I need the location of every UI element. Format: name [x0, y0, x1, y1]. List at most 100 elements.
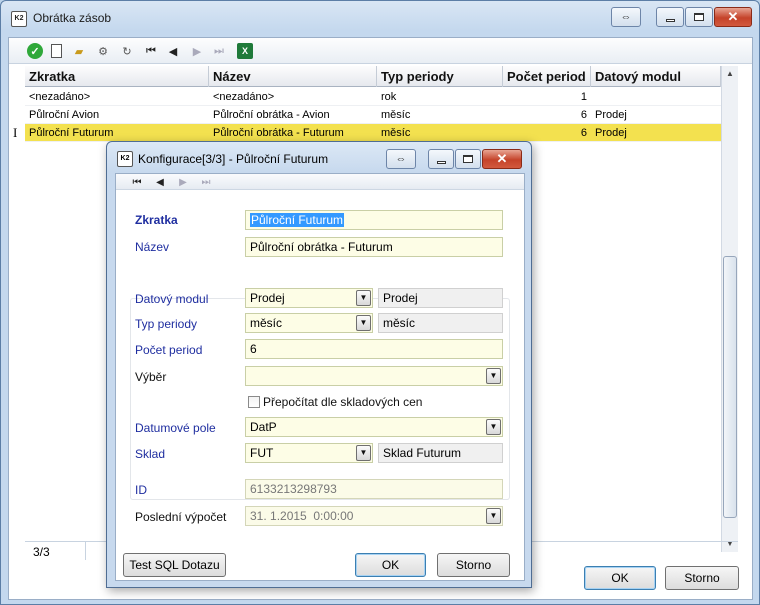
- typ-periody-combo[interactable]: měsíc ▼: [245, 313, 373, 333]
- chevron-down-icon[interactable]: ▼: [486, 508, 501, 524]
- open-folder-icon[interactable]: ▰: [71, 43, 87, 59]
- sklad-display: Sklad Futurum: [378, 443, 503, 463]
- datumove-pole-value: DatP: [250, 420, 277, 434]
- next-record-icon[interactable]: ▶: [176, 175, 190, 189]
- app-icon: K2: [11, 11, 27, 27]
- settings-icon[interactable]: ⚙: [95, 43, 111, 59]
- configuration-dialog: K2 Konfigurace[3/3] - Půlroční Futurum ⇔…: [106, 141, 532, 588]
- close-icon: ✕: [727, 9, 739, 24]
- refresh-icon[interactable]: ↻: [119, 43, 135, 59]
- cell-nazev: Půlroční obrátka - Futurum: [213, 127, 344, 139]
- chevron-down-icon[interactable]: ▼: [356, 315, 371, 331]
- zkratka-field[interactable]: Půlroční Futurum: [245, 210, 503, 230]
- dialog-restore-arrows-button[interactable]: ⇔: [386, 149, 416, 169]
- column-header-zkratka[interactable]: Zkratka: [25, 66, 209, 87]
- chevron-down-icon[interactable]: ▼: [486, 368, 501, 384]
- minimize-button[interactable]: [656, 7, 684, 27]
- dialog-ok-button[interactable]: OK: [355, 553, 426, 577]
- restore-arrows-button[interactable]: ⇔: [611, 7, 641, 27]
- column-header-datovy-modul[interactable]: Datový modul: [591, 66, 721, 87]
- cell-nazev: <nezadáno>: [213, 91, 275, 103]
- sklad-label: Sklad: [135, 447, 166, 461]
- last-record-icon[interactable]: ⏭: [211, 43, 227, 59]
- datumove-pole-label: Datumové pole: [135, 421, 216, 435]
- chevron-down-icon[interactable]: ▼: [356, 290, 371, 306]
- excel-export-icon[interactable]: X: [237, 43, 253, 59]
- double-arrow-icon: ⇔: [620, 11, 632, 23]
- cell-datovy-modul: [591, 88, 721, 106]
- datovy-modul-value: Prodej: [250, 291, 285, 305]
- chevron-down-icon[interactable]: ▼: [356, 445, 371, 461]
- dialog-maximize-button[interactable]: [455, 149, 481, 169]
- ok-button[interactable]: OK: [584, 566, 656, 590]
- column-header-typ-periody[interactable]: Typ periody: [377, 66, 503, 87]
- sklad-combo[interactable]: FUT ▼: [245, 443, 373, 463]
- cell-datovy-modul: Prodej: [595, 127, 627, 139]
- datovy-modul-label: Datový modul: [135, 292, 209, 306]
- zkratka-label: Zkratka: [135, 213, 178, 227]
- pocet-period-label: Počet period: [135, 343, 203, 357]
- table-row[interactable]: <nezadáno> <nezadáno> rok 1: [25, 88, 721, 106]
- column-header-nazev[interactable]: Název: [209, 66, 377, 87]
- cell-datovy-modul: Prodej: [595, 109, 627, 121]
- next-record-icon[interactable]: ▶: [189, 43, 205, 59]
- grid-vertical-scrollbar[interactable]: ▲ ▼: [721, 66, 738, 552]
- prepocitat-label: Přepočítat dle skladových cen: [263, 395, 423, 409]
- cell-nazev: Půlroční obrátka - Avion: [213, 109, 330, 121]
- record-counter: 3/3: [33, 545, 50, 559]
- minimize-icon: [436, 160, 446, 164]
- maximize-button[interactable]: [685, 7, 713, 27]
- check-icon[interactable]: ✓: [27, 43, 43, 59]
- maximize-icon: [694, 13, 704, 21]
- scrollbar-thumb[interactable]: [723, 256, 737, 518]
- prepocitat-checkbox[interactable]: [248, 396, 260, 408]
- nazev-field[interactable]: Půlroční obrátka - Futurum: [245, 237, 503, 257]
- dialog-minimize-button[interactable]: [428, 149, 454, 169]
- typ-periody-value: měsíc: [250, 316, 283, 330]
- new-document-icon[interactable]: [51, 44, 62, 58]
- last-record-icon[interactable]: ⏭: [199, 175, 213, 189]
- cell-pocet-period: 6: [580, 109, 587, 121]
- window-title: Obrátka zásob: [33, 11, 112, 25]
- scroll-up-icon[interactable]: ▲: [722, 66, 738, 82]
- chevron-down-icon[interactable]: ▼: [486, 419, 501, 435]
- cell-typ-periody: měsíc: [381, 109, 411, 121]
- datovy-modul-display: Prodej: [378, 288, 503, 308]
- main-toolbar: ✓ ▰ ⚙ ↻ ⏮ ◀ ▶ ⏭ X: [9, 38, 752, 64]
- dialog-client: ⏮ ◀ ▶ ⏭ Zkratka Půlroční Futurum Název P…: [115, 173, 525, 581]
- cancel-button[interactable]: Storno: [665, 566, 739, 590]
- vyber-label: Výběr: [135, 370, 167, 384]
- previous-record-icon[interactable]: ◀: [153, 175, 167, 189]
- table-row-selected[interactable]: I Půlroční Futurum Půlroční obrátka - Fu…: [13, 124, 721, 142]
- cell-pocet-period: 1: [580, 91, 587, 103]
- posledni-vypocet-combo[interactable]: 31. 1.2015 0:00:00 ▼: [245, 506, 503, 526]
- close-icon: ✕: [496, 151, 508, 166]
- minimize-icon: [665, 18, 675, 22]
- typ-periody-label: Typ periody: [135, 317, 198, 331]
- first-record-icon[interactable]: ⏮: [130, 175, 144, 189]
- previous-record-icon[interactable]: ◀: [165, 43, 181, 59]
- grid-header: Zkratka Název Typ periody Počet period D…: [25, 66, 721, 87]
- maximize-icon: [463, 155, 473, 163]
- dialog-cancel-button[interactable]: Storno: [437, 553, 510, 577]
- column-header-pocet-period[interactable]: Počet period: [503, 66, 591, 87]
- first-record-icon[interactable]: ⏮: [143, 43, 159, 59]
- row-indicator: I: [13, 125, 18, 140]
- datumove-pole-combo[interactable]: DatP ▼: [245, 417, 503, 437]
- cell-pocet-period: 6: [580, 127, 587, 139]
- pocet-period-field[interactable]: 6: [245, 339, 503, 359]
- sklad-value: FUT: [250, 446, 274, 460]
- cell-zkratka: <nezadáno>: [29, 91, 91, 103]
- dialog-close-button[interactable]: ✕: [482, 149, 522, 169]
- test-sql-button[interactable]: Test SQL Dotazu: [123, 553, 226, 577]
- vyber-combo[interactable]: ▼: [245, 366, 503, 386]
- zkratka-value: Půlroční Futurum: [250, 213, 345, 227]
- cell-typ-periody: rok: [381, 91, 397, 103]
- dialog-title: Konfigurace[3/3] - Půlroční Futurum: [138, 152, 329, 166]
- table-row[interactable]: Půlroční Avion Půlroční obrátka - Avion …: [25, 106, 721, 124]
- datovy-modul-combo[interactable]: Prodej ▼: [245, 288, 373, 308]
- main-titlebar[interactable]: K2 Obrátka zásob ⇔ ✕: [1, 1, 759, 35]
- dialog-nav-toolbar: ⏮ ◀ ▶ ⏭: [116, 174, 524, 190]
- double-arrow-icon: ⇔: [395, 153, 407, 165]
- close-button[interactable]: ✕: [714, 7, 752, 27]
